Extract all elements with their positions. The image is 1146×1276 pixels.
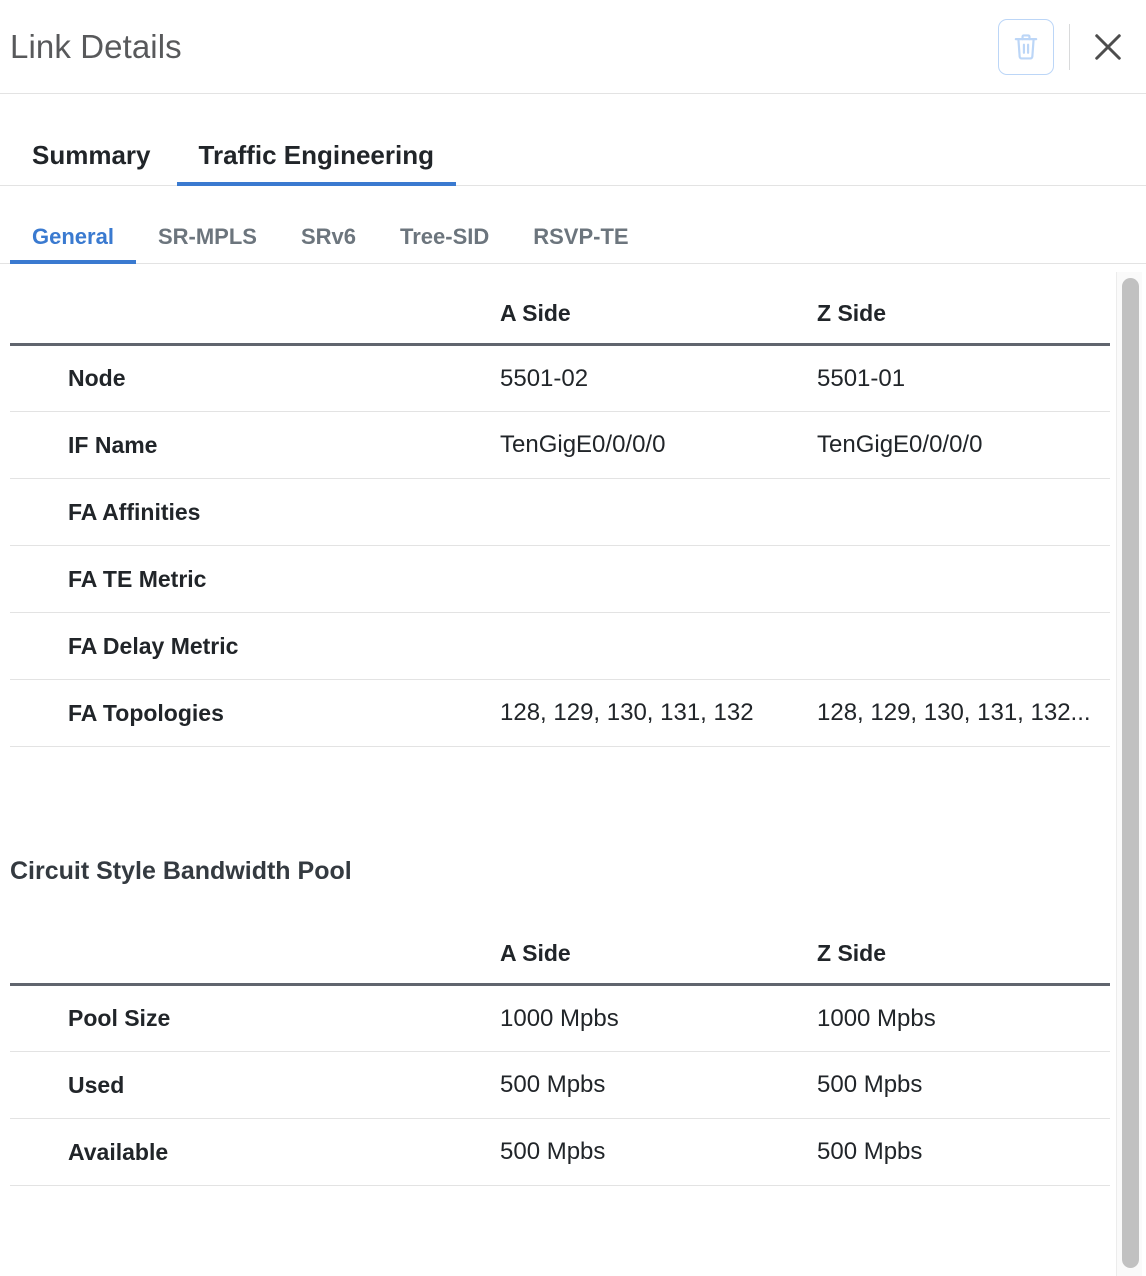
row-label-available: Available xyxy=(10,1118,500,1186)
table-header-row: A Side Z Side xyxy=(10,300,1110,346)
row-fa-topologies-z-side: 128, 129, 130, 131, 132... xyxy=(817,679,1110,747)
bandwidth-pool-table-header: A Side Z Side xyxy=(10,940,1110,986)
general-table-body: Node 5501-02 5501-01 IF Name TenGigE0/0/… xyxy=(10,344,1110,747)
pool-col-a-side: A Side xyxy=(500,940,817,986)
table-row: FA Delay Metric xyxy=(10,612,1110,680)
general-table: A Side Z Side Node 5501-02 5501-01 IF Na… xyxy=(10,300,1110,747)
bandwidth-pool-heading: Circuit Style Bandwidth Pool xyxy=(10,857,352,885)
general-table-header: A Side Z Side xyxy=(10,300,1110,346)
panel-titlebar: Link Details xyxy=(0,0,1146,94)
bandwidth-pool-table-body: Pool Size 1000 Mpbs 1000 Mpbs Used 500 M… xyxy=(10,984,1110,1186)
delete-button[interactable] xyxy=(998,18,1054,75)
heading-gap xyxy=(0,884,1110,940)
tab-summary[interactable]: Summary xyxy=(10,142,173,186)
tab-general[interactable]: General xyxy=(10,226,136,264)
tab-traffic-engineering[interactable]: Traffic Engineering xyxy=(176,142,456,186)
table-row: FA Topologies 128, 129, 130, 131, 132 12… xyxy=(10,679,1110,747)
table-row: Node 5501-02 5501-01 xyxy=(10,344,1110,412)
panel-scroll-body: A Side Z Side Node 5501-02 5501-01 IF Na… xyxy=(0,264,1146,1276)
pool-col-label xyxy=(10,940,500,986)
table-header-row: A Side Z Side xyxy=(10,940,1110,986)
link-details-panel: Link Details Summary Traffic Engineering… xyxy=(0,0,1146,1276)
table-row: IF Name TenGigE0/0/0/0 TenGigE0/0/0/0 xyxy=(10,411,1110,479)
tab-sr-mpls[interactable]: SR-MPLS xyxy=(136,226,279,264)
tab-tree-sid[interactable]: Tree-SID xyxy=(378,226,511,264)
secondary-tab-bar: General SR-MPLS SRv6 Tree-SID RSVP-TE xyxy=(0,186,1146,264)
row-label-if-name: IF Name xyxy=(10,411,500,479)
row-fa-te-metric-z-side xyxy=(817,545,1110,613)
row-label-node: Node xyxy=(10,344,500,412)
general-col-a-side: A Side xyxy=(500,300,817,346)
row-label-fa-delay-metric: FA Delay Metric xyxy=(10,612,500,680)
titlebar-divider xyxy=(1069,23,1070,70)
table-row: Pool Size 1000 Mpbs 1000 Mpbs xyxy=(10,984,1110,1052)
row-pool-size-z-side: 1000 Mpbs xyxy=(817,984,1110,1052)
row-node-z-side: 5501-01 xyxy=(817,344,1110,412)
top-spacer xyxy=(0,264,1110,300)
general-col-z-side: Z Side xyxy=(817,300,1110,346)
page-title: Link Details xyxy=(10,28,182,65)
row-node-a-side: 5501-02 xyxy=(500,344,817,412)
row-used-z-side: 500 Mpbs xyxy=(817,1051,1110,1119)
row-fa-delay-metric-a-side xyxy=(500,612,817,680)
row-used-a-side: 500 Mpbs xyxy=(500,1051,817,1119)
row-label-fa-affinities: FA Affinities xyxy=(10,478,500,546)
table-row: FA TE Metric xyxy=(10,545,1110,613)
titlebar-actions xyxy=(998,18,1132,75)
general-col-label xyxy=(10,300,500,346)
row-if-name-a-side: TenGigE0/0/0/0 xyxy=(500,411,817,479)
close-button[interactable] xyxy=(1084,23,1132,71)
vertical-scrollbar[interactable] xyxy=(1116,272,1142,1276)
scrollbar-thumb[interactable] xyxy=(1122,278,1139,1268)
row-label-fa-te-metric: FA TE Metric xyxy=(10,545,500,613)
tab-rsvp-te[interactable]: RSVP-TE xyxy=(511,226,650,264)
row-label-pool-size: Pool Size xyxy=(10,984,500,1052)
row-fa-delay-metric-z-side xyxy=(817,612,1110,680)
bandwidth-pool-table: A Side Z Side Pool Size 1000 Mpbs 1000 M… xyxy=(10,940,1110,1186)
pool-col-z-side: Z Side xyxy=(817,940,1110,986)
row-if-name-z-side: TenGigE0/0/0/0 xyxy=(817,411,1110,479)
row-fa-topologies-a-side: 128, 129, 130, 131, 132 xyxy=(500,679,817,747)
tab-srv6[interactable]: SRv6 xyxy=(279,226,378,264)
row-fa-affinities-a-side xyxy=(500,478,817,546)
row-available-a-side: 500 Mpbs xyxy=(500,1118,817,1186)
row-label-fa-topologies: FA Topologies xyxy=(10,679,500,747)
table-row: Used 500 Mpbs 500 Mpbs xyxy=(10,1051,1110,1119)
table-row: Available 500 Mpbs 500 Mpbs xyxy=(10,1118,1110,1186)
trash-icon xyxy=(1012,32,1040,62)
row-pool-size-a-side: 1000 Mpbs xyxy=(500,984,817,1052)
row-fa-te-metric-a-side xyxy=(500,545,817,613)
row-available-z-side: 500 Mpbs xyxy=(817,1118,1110,1186)
primary-tab-bar: Summary Traffic Engineering xyxy=(0,94,1146,186)
row-label-used: Used xyxy=(10,1051,500,1119)
row-fa-affinities-z-side xyxy=(817,478,1110,546)
close-icon xyxy=(1090,29,1126,65)
table-row: FA Affinities xyxy=(10,478,1110,546)
